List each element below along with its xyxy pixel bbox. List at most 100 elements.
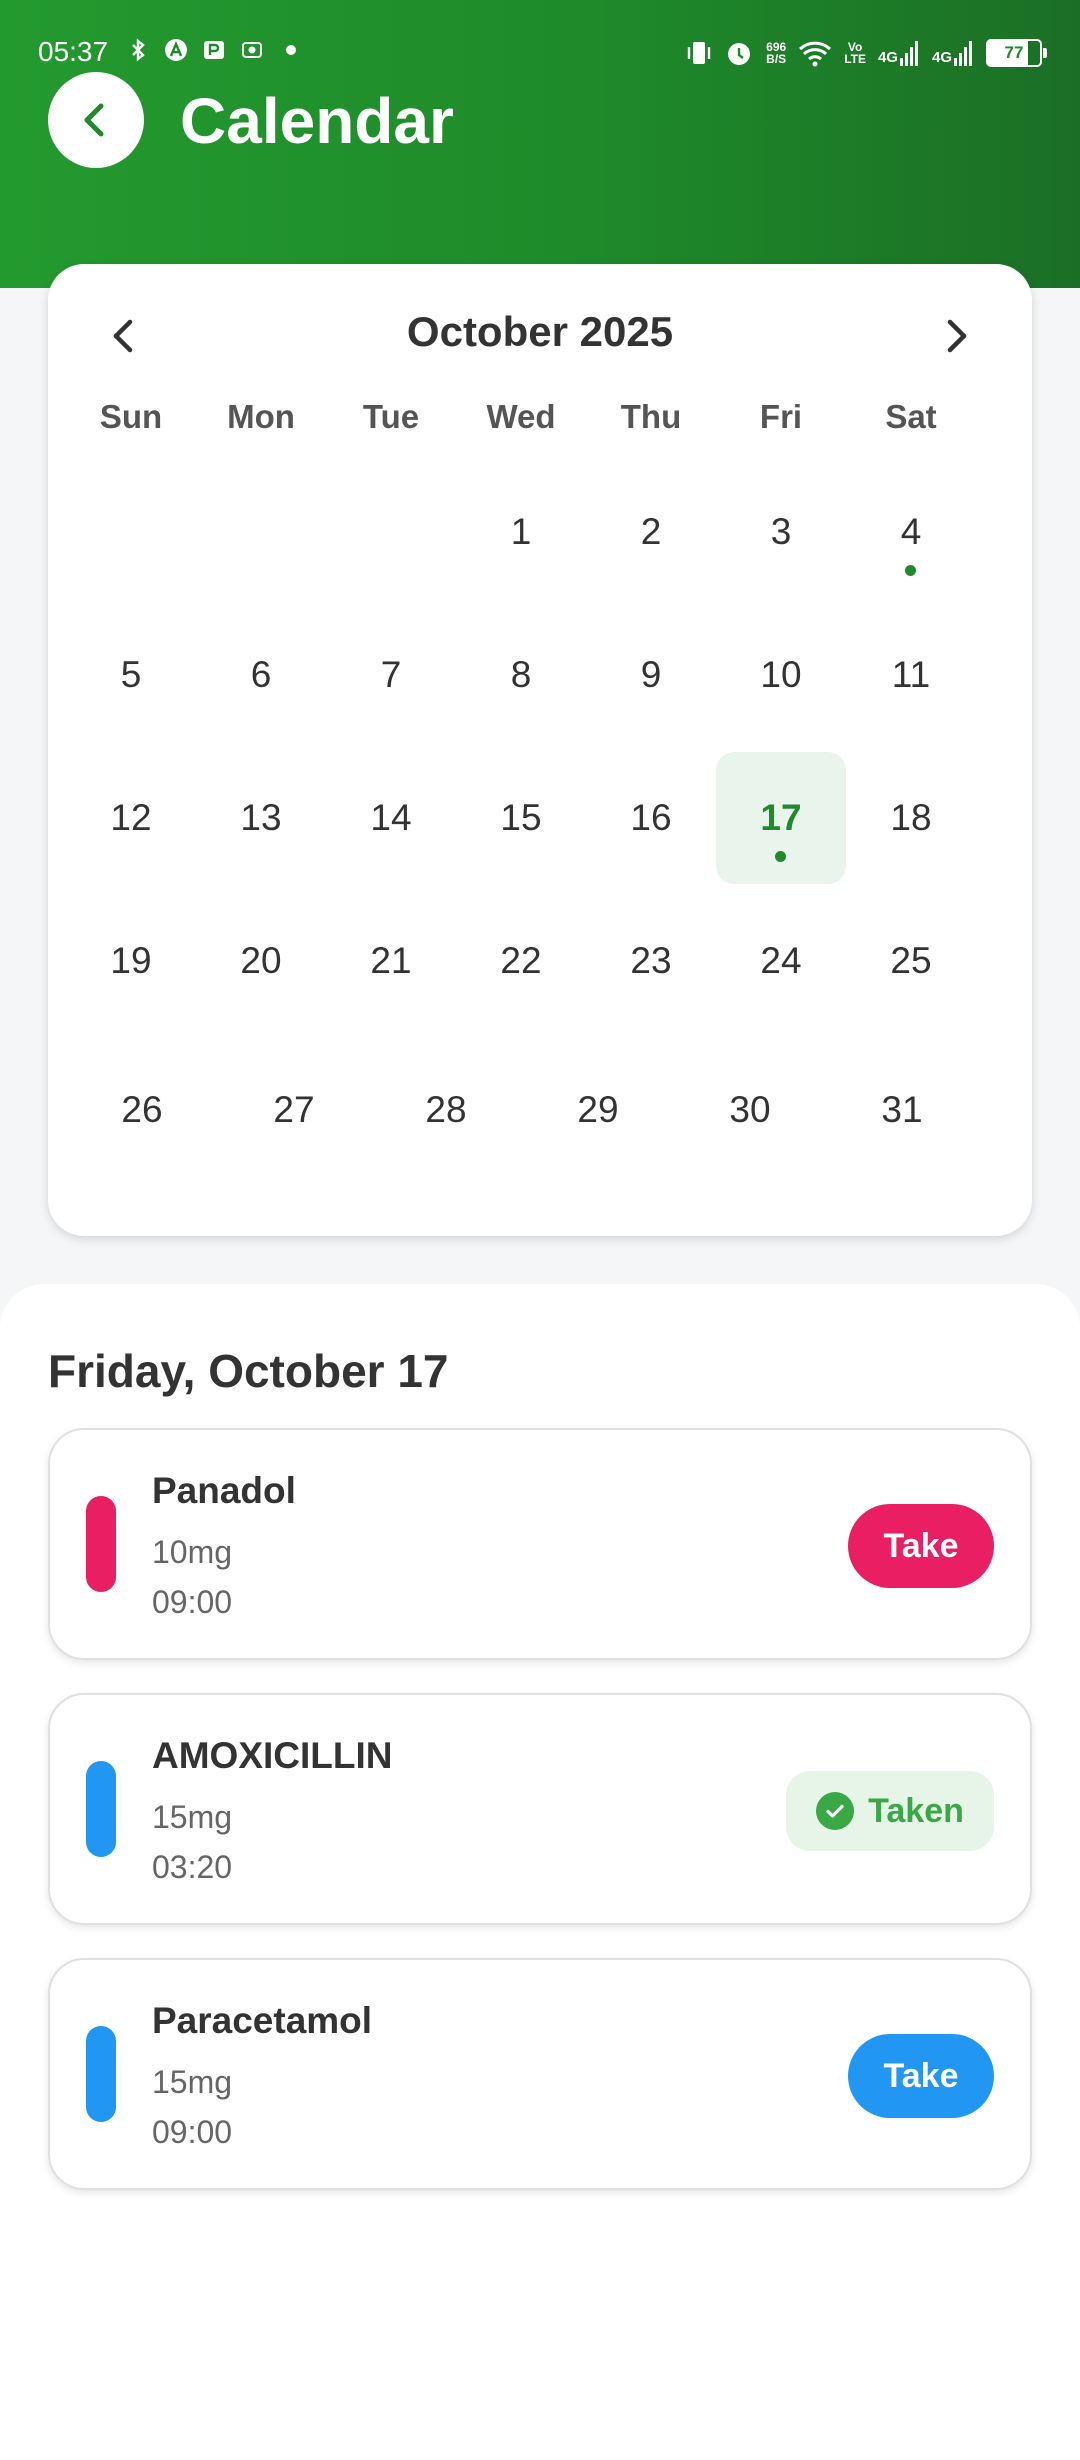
calendar-week-row: 26 27 28 29 30 31 [66,1038,978,1204]
calendar-day-16[interactable]: 16 [586,752,716,884]
calendar-day-21[interactable]: 21 [326,895,456,1027]
calendar-day-17[interactable]: 17 [716,752,846,884]
calendar-week-row: 5 6 7 8 9 10 11 [66,609,978,752]
day-number: 23 [630,940,672,981]
calendar-day-15[interactable]: 15 [456,752,586,884]
medication-time: 03:20 [152,1849,233,1885]
app-p-icon [204,41,224,59]
calendar-day-12[interactable]: 12 [66,752,196,884]
calendar-day-19[interactable]: 19 [66,895,196,1027]
calendar-day-26[interactable]: 26 [66,1044,218,1176]
calendar-day-29[interactable]: 29 [522,1044,674,1176]
calendar-day-11[interactable]: 11 [846,609,976,741]
app-header: 05:37 696 B/S Vo LTE 4G 4G 77 Calendar [0,0,1080,288]
taken-status-badge: Taken [786,1771,994,1851]
calendar-day-8[interactable]: 8 [456,609,586,741]
calendar-day-30[interactable]: 30 [674,1044,826,1176]
day-number: 9 [640,654,662,695]
day-number: 1 [510,511,532,552]
day-number: 5 [120,654,142,695]
calendar-day-3[interactable]: 3 [716,466,846,598]
day-number: 20 [240,940,282,981]
day-number: 14 [370,797,412,838]
medication-color-bar [86,2026,116,2122]
calendar-day-24[interactable]: 24 [716,895,846,1027]
calendar-day-27[interactable]: 27 [218,1044,370,1176]
weekday-label: Sat [885,398,937,435]
day-number: 28 [425,1089,467,1130]
medication-dose: 15mg [152,2064,233,2100]
status-notification-icons [126,38,296,62]
month-label: October 2025 [406,308,674,355]
selected-date-heading: Friday, October 17 [48,1345,449,1397]
medication-dose: 10mg [152,1534,233,1570]
calendar-day-1[interactable]: 1 [456,466,586,598]
calendar-week-row: 19 20 21 22 23 24 25 [66,895,978,1038]
calendar-day-2[interactable]: 2 [586,466,716,598]
calendar-day-28[interactable]: 28 [370,1044,522,1176]
calendar-day-20[interactable]: 20 [196,895,326,1027]
signal-strength-1: 4G [878,40,920,66]
vibrate-icon [687,42,711,64]
day-grid: 1 2 3 4 5 6 7 8 9 10 11 12 13 14 15 16 17 18 19 20 21 22 23 24 2… [66,466,978,1204]
taken-label: Taken [868,1791,964,1830]
signal-bars-icon [954,41,972,66]
day-number: 19 [110,940,152,981]
medication-card[interactable]: Panadol 10mg 09:00 Take [48,1428,1032,1660]
calendar-day-14[interactable]: 14 [326,752,456,884]
alarm-icon [728,43,751,65]
calendar-day-4[interactable]: 4 [846,466,976,598]
medication-name: Panadol [152,1470,296,1511]
calendar-day-10[interactable]: 10 [716,609,846,741]
day-number: 11 [891,654,931,695]
weekday-label: Tue [362,398,420,435]
signal-strength-2: 4G [932,40,974,66]
status-system-icons: 696 B/S Vo LTE 4G 4G 77 [686,38,1047,68]
battery-icon: 77 [986,39,1047,67]
medication-dose: 15mg [152,1799,233,1835]
weekday-label: Thu [620,398,682,435]
medication-card[interactable]: Paracetamol 15mg 09:00 Take [48,1958,1032,2190]
medication-color-bar [86,1496,116,1592]
calendar-week-row: 1 2 3 4 [66,466,978,609]
calendar-day-23[interactable]: 23 [586,895,716,1027]
day-number: 26 [121,1089,163,1130]
day-number: 3 [770,511,792,552]
medication-card[interactable]: AMOXICILLIN 15mg 03:20 Taken [48,1693,1032,1925]
calendar-day-5[interactable]: 5 [66,609,196,741]
calendar-week-row: 12 13 14 15 16 17 18 [66,752,978,895]
day-number: 29 [577,1089,619,1130]
day-number: 16 [630,797,672,838]
day-number: 31 [881,1089,923,1130]
wifi-icon [799,41,832,67]
status-time: 05:37 [38,36,109,67]
calendar-day-6[interactable]: 6 [196,609,326,741]
day-number: 22 [500,940,542,981]
medication-time: 09:00 [152,1584,233,1620]
day-number: 7 [380,654,402,695]
day-number: 18 [890,797,932,838]
day-number: 8 [510,654,532,695]
day-number: 25 [890,940,932,981]
calendar-day-25[interactable]: 25 [846,895,976,1027]
calendar-day-31[interactable]: 31 [826,1044,978,1176]
calendar-day-7[interactable]: 7 [326,609,456,741]
back-button[interactable] [48,72,144,168]
signal-bars-icon [899,41,918,66]
weekday-label: Mon [227,398,295,435]
calendar-day-18[interactable]: 18 [846,752,976,884]
next-month-button[interactable] [920,300,992,372]
medication-time: 09:00 [152,2114,233,2150]
calendar-day-13[interactable]: 13 [196,752,326,884]
calendar-day-9[interactable]: 9 [586,609,716,741]
chevron-right-icon [947,319,967,353]
take-button[interactable]: Take [848,2034,994,2118]
schedule-sheet: Friday, October 17 Panadol 10mg 09:00 Ta… [0,1284,1080,2460]
page-title: Calendar [180,85,454,157]
take-button[interactable]: Take [848,1504,994,1588]
network-speed: 696 B/S [766,40,787,66]
calendar-day-22[interactable]: 22 [456,895,586,1027]
day-number: 4 [900,511,922,552]
medication-name: Paracetamol [152,2000,373,2041]
screenshot-icon [242,42,262,58]
